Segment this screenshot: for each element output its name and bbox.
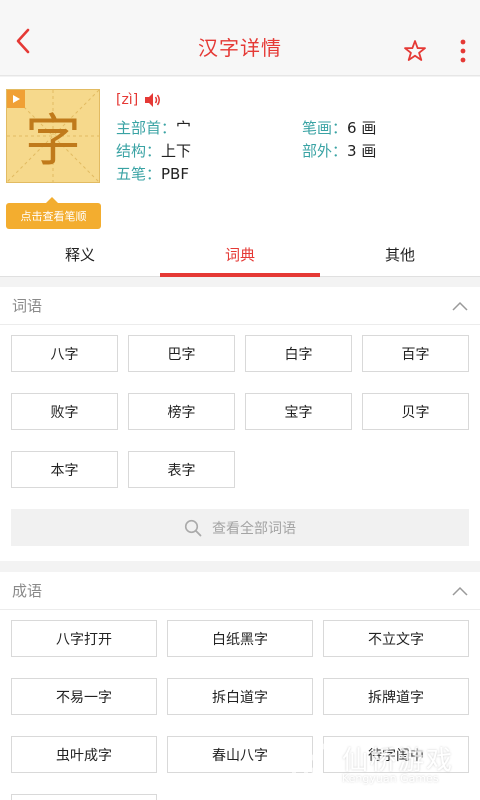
chevron-up-icon[interactable] (452, 301, 468, 311)
title-bar: 汉字详情 (0, 0, 480, 76)
character-info-panel: 字 点击查看笔顺 [zì] 主部首： 宀 笔画： 6 画 结构： 上下 部外： … (0, 77, 480, 233)
radical-value: 宀 (176, 119, 192, 137)
radical-row: 主部首： 宀 (116, 117, 191, 138)
chevron-up-icon[interactable] (452, 586, 468, 596)
word-chip[interactable]: 百字 (362, 335, 469, 372)
pinyin-row: [zì] (116, 92, 162, 108)
words-section-title: 词语 (12, 297, 43, 315)
stroke-order-button[interactable]: 点击查看笔顺 (6, 197, 101, 229)
play-icon[interactable] (7, 90, 25, 108)
idioms-section-header[interactable]: 成语 (0, 572, 480, 610)
wubi-value: PBF (161, 164, 189, 183)
wubi-label: 五笔： (116, 165, 162, 183)
words-section-header[interactable]: 词语 (0, 287, 480, 325)
structure-value: 上下 (161, 142, 192, 160)
tab-definition[interactable]: 释义 (0, 233, 160, 276)
strokes-label: 笔画： (302, 119, 348, 137)
word-chip[interactable]: 榜字 (128, 393, 235, 430)
word-chip[interactable]: 贝字 (362, 393, 469, 430)
idiom-chip[interactable]: 不立文字 (323, 620, 469, 657)
idiom-chip-partial[interactable] (11, 794, 157, 800)
pinyin-text: [zì] (116, 92, 139, 108)
star-outline-icon[interactable] (398, 34, 432, 68)
watermark-sub-text: Kengyuan Games (342, 772, 439, 785)
watermark-logo: 仙桥游戏 Kengyuan Games (284, 734, 474, 794)
speaker-icon[interactable] (144, 92, 162, 108)
outside-strokes-value: 3 画 (347, 142, 377, 160)
more-vertical-icon[interactable] (450, 34, 476, 68)
words-section: 词语 八字 巴字 白字 百字 败字 榜字 宝字 贝字 本字 表字 查看全部词语 (0, 287, 480, 561)
structure-label: 结构： (116, 142, 162, 160)
idiom-chip[interactable]: 拆牌道字 (323, 678, 469, 715)
tab-other[interactable]: 其他 (320, 233, 480, 276)
view-all-words-button[interactable]: 查看全部词语 (11, 509, 469, 546)
app-root: 汉字详情 字 点击查看笔顺 [zì] 主部首： 宀 笔画： 6 画 结构： 上下… (0, 0, 480, 800)
idiom-chip[interactable]: 虫叶成字 (11, 736, 157, 773)
character-glyph-box[interactable]: 字 (6, 89, 100, 183)
word-chip[interactable]: 宝字 (245, 393, 352, 430)
strokes-row: 笔画： 6 画 (302, 117, 376, 138)
outside-strokes-label: 部外： (302, 142, 348, 160)
search-icon (184, 519, 202, 536)
word-chip[interactable]: 表字 (128, 451, 235, 488)
tab-bar: 释义 词典 其他 (0, 233, 480, 277)
radical-label: 主部首： (116, 119, 177, 137)
idioms-section-title: 成语 (12, 582, 43, 600)
strokes-value: 6 画 (347, 119, 377, 137)
word-chip[interactable]: 败字 (11, 393, 118, 430)
word-chip[interactable]: 八字 (11, 335, 118, 372)
idiom-chip[interactable]: 拆白道字 (167, 678, 313, 715)
structure-row: 结构： 上下 (116, 140, 191, 161)
view-all-words-label: 查看全部词语 (212, 520, 296, 537)
wubi-row: 五笔： PBF (116, 163, 189, 184)
word-chip[interactable]: 本字 (11, 451, 118, 488)
idiom-chip[interactable]: 不易一字 (11, 678, 157, 715)
idiom-chip[interactable]: 八字打开 (11, 620, 157, 657)
watermark-logo-icon (292, 740, 330, 788)
tab-dictionary[interactable]: 词典 (160, 233, 320, 277)
idiom-chip[interactable]: 白纸黑字 (167, 620, 313, 657)
word-chip[interactable]: 白字 (245, 335, 352, 372)
outside-strokes-row: 部外： 3 画 (302, 140, 376, 161)
word-chip[interactable]: 巴字 (128, 335, 235, 372)
